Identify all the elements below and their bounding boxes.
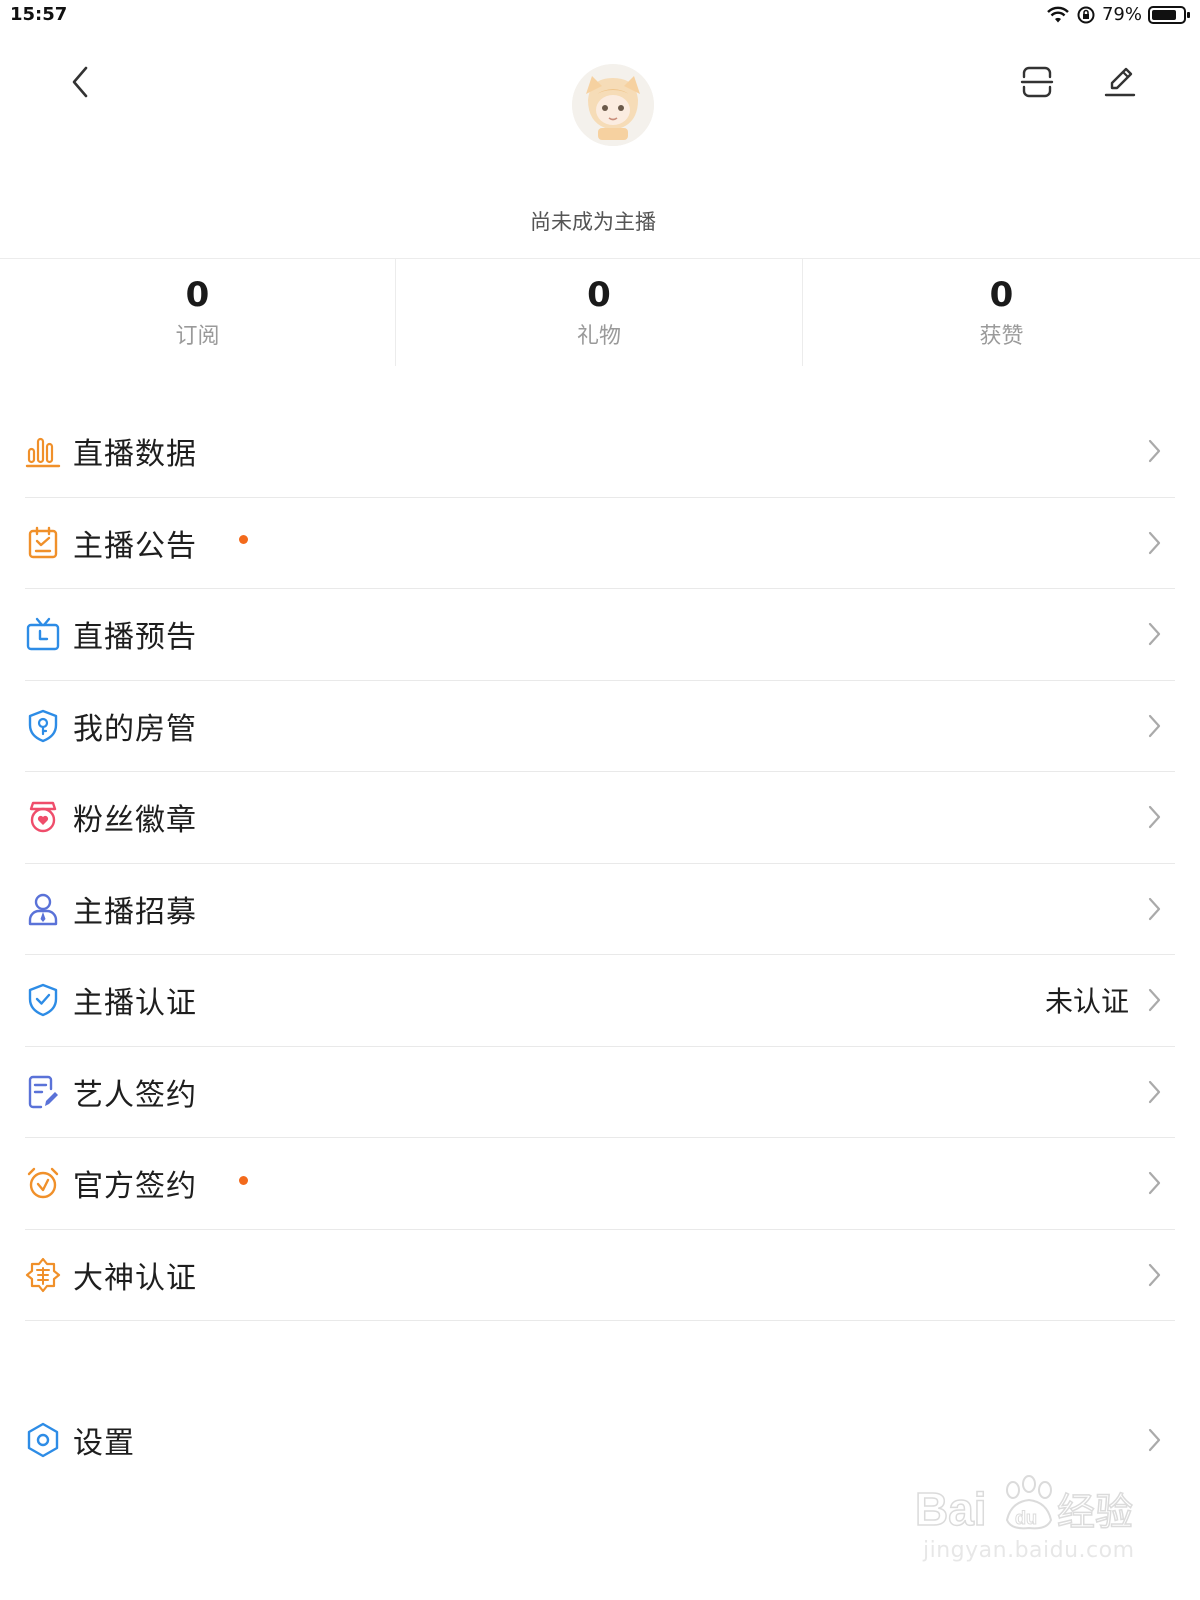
menu-item-right: [1143, 1230, 1175, 1321]
menu-item-right: [1143, 498, 1175, 589]
menu-item-right: [1143, 864, 1175, 955]
tv-clock-icon: [26, 618, 60, 651]
menu-item-streamer-verification[interactable]: 主播认证 未认证: [25, 955, 1175, 1047]
verification-status: 未认证: [1044, 985, 1129, 1019]
status-time: 15:57: [10, 4, 68, 25]
scan-icon[interactable]: [1020, 64, 1054, 100]
menu-item-right: 未认证: [1045, 955, 1175, 1046]
menu-item-recruitment[interactable]: 主播招募: [25, 864, 1175, 955]
svg-text:Bai: Bai: [915, 1483, 987, 1535]
battery-icon: [1148, 5, 1190, 24]
menu-item-label: 官方签约: [73, 1169, 197, 1205]
menu-item-right: [1143, 1138, 1175, 1229]
menu-item-right: [1143, 589, 1175, 680]
menu-item-live-data[interactable]: 直播数据: [25, 406, 1175, 498]
shield-check-icon: [28, 984, 58, 1017]
stat-label: 礼物: [576, 324, 621, 350]
menu-item-fan-badge[interactable]: 粉丝徽章: [25, 772, 1175, 864]
alarm-check-icon: [27, 1168, 59, 1199]
menu-item-label: 主播招募: [73, 894, 197, 930]
menu-item-label: 直播数据: [73, 437, 197, 473]
stat-label: 订阅: [175, 324, 220, 350]
contract-pen-icon: [28, 1075, 58, 1108]
menu-item-announcement[interactable]: 主播公告: [25, 498, 1175, 589]
stat-subscriptions[interactable]: 0 订阅: [0, 259, 395, 366]
notification-dot: [239, 1175, 248, 1185]
battery-percent: 79%: [1101, 4, 1142, 25]
hexagon-settings-icon: [27, 1422, 59, 1458]
watermark-url: jingyan.baidu.com: [923, 1538, 1135, 1563]
menu-item-label: 直播预告: [73, 620, 197, 656]
chevron-right-icon: [1148, 989, 1161, 1012]
rotation-lock-icon: [1077, 6, 1095, 23]
person-tie-icon: [28, 893, 58, 925]
avatar[interactable]: [572, 64, 654, 146]
chevron-right-icon: [1148, 1428, 1161, 1452]
chevron-right-icon: [1148, 1080, 1161, 1103]
chevron-right-icon: [1148, 1263, 1161, 1286]
menu-item-label: 主播认证: [73, 986, 197, 1022]
menu-item-label: 我的房管: [73, 711, 197, 747]
stat-gifts[interactable]: 0 礼物: [395, 259, 802, 366]
chevron-right-icon: [1148, 1172, 1161, 1195]
menu-item-live-preview[interactable]: 直播预告: [25, 589, 1175, 681]
menu-item-right: [1143, 406, 1175, 497]
chevron-right-icon: [1148, 897, 1161, 920]
chevron-right-icon: [1148, 623, 1161, 646]
chevron-right-icon: [1148, 714, 1161, 737]
menu-item-label: 主播公告: [73, 528, 197, 564]
menu-list: 直播数据 主播公告 直播预告 我的房管 粉丝徽章 主播招募 主播认证 未认证 艺…: [25, 406, 1175, 1321]
baidu-watermark: Bai du 经验 jingyan.baidu.com: [914, 1470, 1155, 1580]
status-indicators: 79%: [1046, 4, 1190, 25]
menu-item-god-verification[interactable]: 大神认证: [25, 1230, 1175, 1321]
wifi-icon: [1047, 6, 1069, 22]
streamer-status-text: 尚未成为主播: [530, 210, 656, 234]
stat-label: 获赞: [979, 324, 1024, 350]
stat-value: 0: [185, 275, 210, 315]
streamer-center-page: 15:57 79% 尚未成为主播 0 订阅 0 礼物 0 获赞 直播数据 主播公…: [0, 0, 1200, 1600]
menu-item-label: 设置: [73, 1426, 135, 1461]
chevron-right-icon: [1148, 440, 1161, 463]
god-badge-icon: [25, 1257, 61, 1292]
menu-item-right: [1143, 772, 1175, 863]
menu-item-label: 艺人签约: [73, 1077, 197, 1113]
notification-dot: [239, 535, 248, 545]
notice-board-icon: [28, 526, 58, 558]
back-icon[interactable]: [62, 62, 98, 102]
stats-row: 0 订阅 0 礼物 0 获赞: [0, 258, 1200, 366]
heart-badge-icon: [29, 802, 57, 833]
status-bar: 15:57 79%: [0, 0, 1200, 32]
shield-key-icon: [28, 709, 58, 742]
bar-chart-icon: [25, 438, 61, 468]
edit-icon[interactable]: [1102, 62, 1138, 100]
stat-value: 0: [587, 275, 611, 315]
avatar-image: [572, 64, 654, 146]
menu-item-right: [1143, 681, 1175, 772]
menu-item-label: 粉丝徽章: [73, 803, 197, 839]
menu-item-right: [1143, 1047, 1175, 1138]
menu-item-artist-contract[interactable]: 艺人签约: [25, 1047, 1175, 1138]
svg-text:du: du: [1015, 1508, 1037, 1528]
chevron-right-icon: [1148, 806, 1161, 829]
stat-value: 0: [989, 275, 1014, 315]
stat-likes[interactable]: 0 获赞: [802, 259, 1200, 366]
svg-text:经验: 经验: [1057, 1490, 1133, 1534]
menu-item-room-admins[interactable]: 我的房管: [25, 681, 1175, 772]
menu-item-label: 大神认证: [73, 1260, 197, 1296]
chevron-right-icon: [1148, 531, 1161, 554]
baidu-paw-logo-icon: Bai du 经验: [914, 1475, 1134, 1536]
menu-item-official-contract[interactable]: 官方签约: [25, 1138, 1175, 1230]
